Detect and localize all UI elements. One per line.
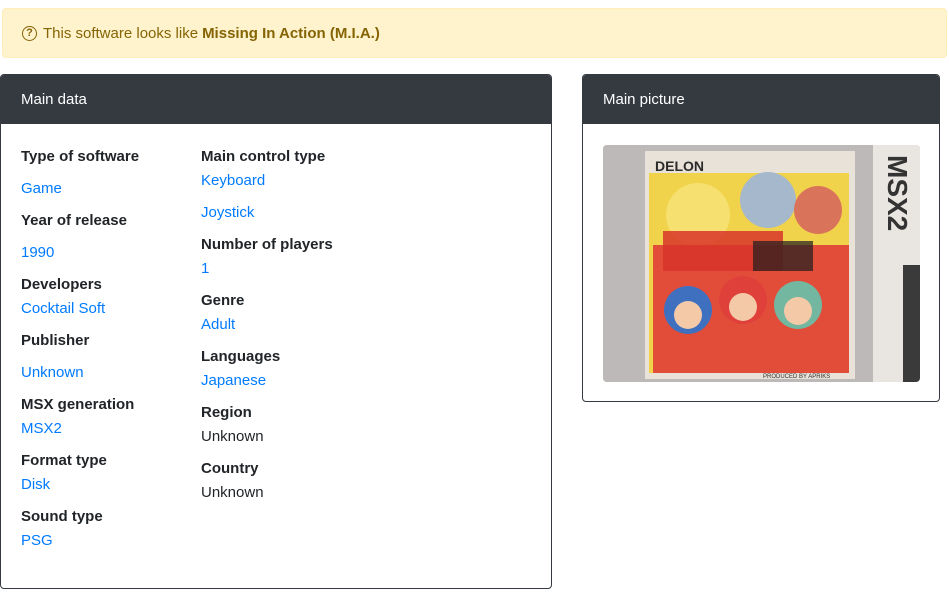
game-box-illustration: DELON MSX2 PRODUCED BY APRIKS <box>603 145 920 382</box>
type-of-software-label: Type of software <box>21 148 140 165</box>
genre-label: Genre <box>201 292 245 309</box>
main-control-type-label: Main control type <box>201 148 326 165</box>
main-picture-header: Main picture <box>583 75 939 124</box>
year-of-release-label: Year of release <box>21 212 127 229</box>
country-value: Unknown <box>201 484 264 501</box>
question-circle-icon: ? <box>22 25 37 41</box>
developers-link[interactable]: Cocktail Soft <box>21 300 105 317</box>
format-type-label: Format type <box>21 452 107 469</box>
languages-label: Languages <box>201 348 281 365</box>
number-of-players-label: Number of players <box>201 236 333 253</box>
publisher-label: Publisher <box>21 332 90 349</box>
main-data-card: Main data Type of software Game Year of … <box>0 74 552 589</box>
alert-title: Missing In Action (M.I.A.) <box>202 24 380 42</box>
main-picture-card: Main picture DELON MSX2 PRODUCED BY APRI… <box>582 74 940 402</box>
credit-text: PRODUCED BY APRIKS <box>763 374 830 380</box>
msx-generation-label: MSX generation <box>21 396 135 413</box>
control-keyboard-link[interactable]: Keyboard <box>201 172 265 189</box>
brand-text: DELON <box>655 158 704 174</box>
alert-prefix: This software looks like <box>43 24 199 42</box>
year-of-release-link[interactable]: 1990 <box>21 244 54 261</box>
type-of-software-link[interactable]: Game <box>21 180 62 197</box>
control-joystick-link[interactable]: Joystick <box>201 204 254 221</box>
format-type-link[interactable]: Disk <box>21 476 50 493</box>
languages-link[interactable]: Japanese <box>201 372 266 389</box>
region-value: Unknown <box>201 428 264 445</box>
sound-type-link[interactable]: PSG <box>21 532 53 549</box>
region-label: Region <box>201 404 252 421</box>
sound-type-label: Sound type <box>21 508 103 525</box>
developers-label: Developers <box>21 276 102 293</box>
game-box-photo[interactable]: DELON MSX2 PRODUCED BY APRIKS <box>603 145 920 382</box>
software-match-alert: ? This software looks like Missing In Ac… <box>2 8 947 58</box>
main-data-header: Main data <box>1 75 551 124</box>
genre-link[interactable]: Adult <box>201 316 235 333</box>
msx-generation-link[interactable]: MSX2 <box>21 420 62 437</box>
publisher-link[interactable]: Unknown <box>21 364 84 381</box>
msx2-side-text: MSX2 <box>882 155 913 231</box>
number-of-players-link[interactable]: 1 <box>201 260 209 277</box>
country-label: Country <box>201 460 259 477</box>
